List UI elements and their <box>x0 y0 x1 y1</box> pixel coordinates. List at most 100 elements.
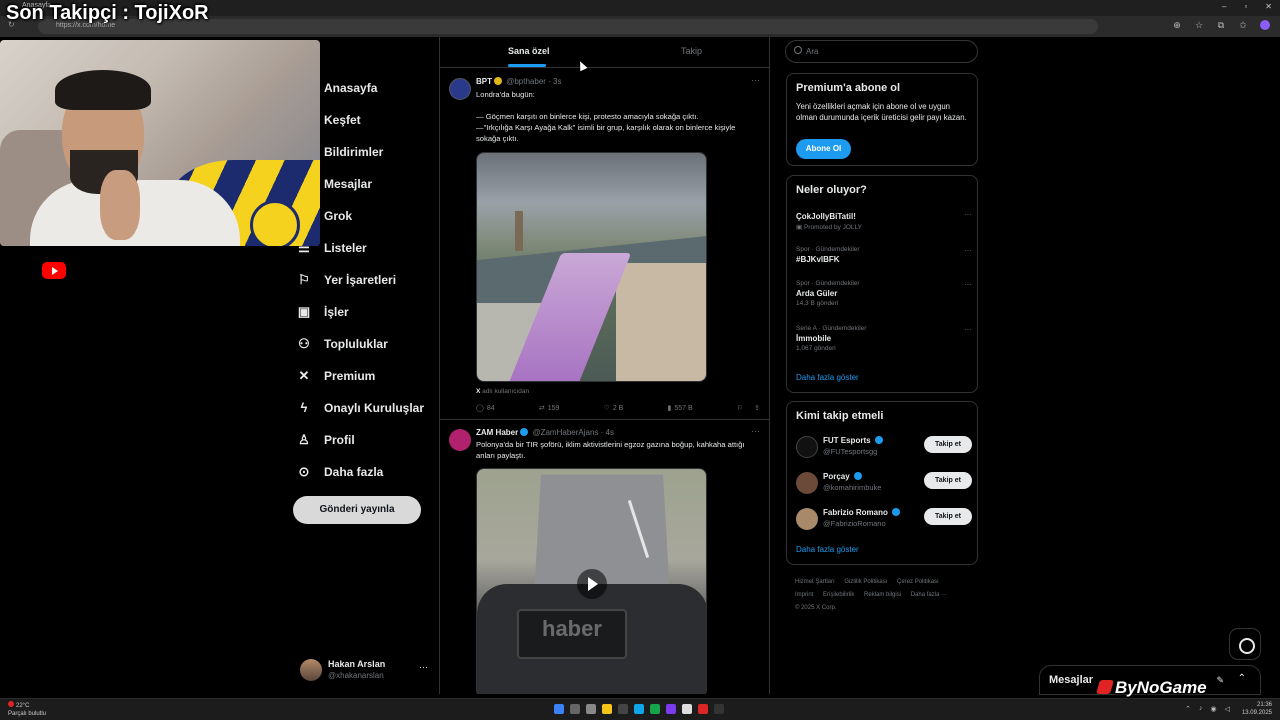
volume-icon[interactable]: ◁ <box>1225 705 1230 713</box>
nav-label: Profil <box>324 433 355 447</box>
tab-following[interactable]: Takip <box>681 46 702 56</box>
like-button[interactable]: ♡ 2 B <box>604 404 624 413</box>
trend-item[interactable]: Spor · Gündemdekiler #BJKvlBFK ··· <box>796 246 972 264</box>
mic-icon[interactable]: ♪ <box>1199 705 1203 713</box>
footer-link[interactable]: Gizlilik Politikası <box>844 579 887 585</box>
follow-button[interactable]: Takip et <box>924 472 972 489</box>
grok-floating-button[interactable] <box>1229 628 1261 660</box>
tweet[interactable]: ZAM Haber @ZamHaberAjans · 4s ··· Polony… <box>440 421 769 694</box>
app-icon[interactable] <box>650 704 660 714</box>
tweet-video[interactable]: haber <box>476 468 707 694</box>
tweet-author-handle[interactable]: @ZamHaberAjans <box>532 428 598 437</box>
compose-message-icon[interactable]: ✎ <box>1216 675 1224 686</box>
tweet-author-name[interactable]: BPT <box>476 77 492 86</box>
nav-item-communities[interactable]: ⚇ Topluluklar <box>296 328 436 360</box>
more-icon[interactable]: ··· <box>964 280 972 289</box>
nav-item-premium[interactable]: ✕ Premium <box>296 360 436 392</box>
avatar[interactable] <box>796 508 818 530</box>
footer-link[interactable]: Erişilebilirlik <box>823 592 854 598</box>
bookmark-button[interactable]: ⚐ ⇪ <box>737 404 760 412</box>
more-icon[interactable]: ··· <box>751 75 760 85</box>
star-icon[interactable]: ☆ <box>1194 20 1204 31</box>
footer-link[interactable]: Reklam bilgisi <box>864 592 901 598</box>
tweet-time[interactable]: · 4s <box>601 428 614 437</box>
maximize-icon[interactable]: ▫ <box>1244 2 1247 11</box>
favorites-icon[interactable]: ✩ <box>1238 20 1248 31</box>
follow-button[interactable]: Takip et <box>924 436 972 453</box>
file-explorer-icon[interactable] <box>602 704 612 714</box>
app-icon[interactable] <box>618 704 628 714</box>
more-icon[interactable]: ··· <box>964 246 972 255</box>
show-more-link[interactable]: Daha fazla göster <box>796 373 859 382</box>
subscribe-button[interactable]: Abone Ol <box>796 139 851 159</box>
tab-for-you[interactable]: Sana özel <box>508 46 550 56</box>
more-icon[interactable]: ··· <box>419 662 428 672</box>
edge-icon[interactable] <box>634 704 644 714</box>
avatar[interactable] <box>449 78 471 100</box>
more-icon[interactable]: ··· <box>964 210 972 219</box>
avatar[interactable] <box>796 436 818 458</box>
footer-link[interactable]: Daha fazla ··· <box>911 592 947 598</box>
chevron-up-icon[interactable]: ⌃ <box>1238 673 1246 684</box>
nav-item-bookmarks[interactable]: ⚐ Yer İşaretleri <box>296 264 436 296</box>
messages-drawer-label: Mesajlar <box>1049 674 1094 686</box>
app-icon[interactable] <box>682 704 692 714</box>
show-more-link[interactable]: Daha fazla göster <box>796 545 859 554</box>
trend-item[interactable]: Spor · Gündemdekiler Arda Güler 14,3 B g… <box>796 280 972 307</box>
minimize-icon[interactable]: – <box>1222 2 1226 11</box>
post-button[interactable]: Gönderi yayınla <box>293 496 421 524</box>
zoom-icon[interactable]: ⊕ <box>1172 20 1182 31</box>
nav-item-profile[interactable]: ♙ Profil <box>296 424 436 456</box>
tweet-time[interactable]: · 3s <box>548 77 561 86</box>
taskbar-clock[interactable]: 21:36 13.09.2025 <box>1242 701 1272 717</box>
profile-avatar-icon[interactable] <box>1260 20 1270 30</box>
account-name: Hakan Arslan <box>328 659 386 669</box>
suggestion-name-text: Porçay <box>823 472 850 481</box>
trend-item[interactable]: ÇokJollyBiTatil! ▣ Promoted by JOLLY ··· <box>796 210 972 231</box>
nav-item-more[interactable]: ⊙ Daha fazla <box>296 456 436 488</box>
search-input[interactable]: Ara <box>785 40 978 63</box>
close-icon[interactable]: ✕ <box>1265 2 1272 11</box>
tweet[interactable]: BPT @bpthaber · 3s ··· Londra'da bugün: … <box>440 70 769 420</box>
windows-start-icon[interactable] <box>554 704 564 714</box>
weather-text: Parçalı bulutlu <box>8 711 47 717</box>
more-icon[interactable]: ··· <box>964 325 972 334</box>
tweet-author-handle[interactable]: @bpthaber <box>506 77 546 86</box>
trend-item[interactable]: Serie A · Gündemdekiler İmmobile 1.067 g… <box>796 325 972 352</box>
footer-link[interactable]: Hizmet Şartları <box>795 579 835 585</box>
app-icon[interactable] <box>698 704 708 714</box>
avatar[interactable] <box>449 429 471 451</box>
follow-suggestion[interactable]: Fabrizio Romano @FabrizioRomano Takip et <box>796 505 972 533</box>
more-icon[interactable]: ··· <box>751 426 760 436</box>
nav-item-verified-orgs[interactable]: ϟ Onaylı Kuruluşlar <box>296 392 436 424</box>
suggestion-name-text: FUT Esports <box>823 436 871 445</box>
tweet-text: — Göçmen karşıtı on binlerce kişi, prote… <box>476 112 699 121</box>
follow-suggestion[interactable]: FUT Esports @FUTesportsgg Takip et <box>796 433 972 461</box>
app-icon[interactable] <box>714 704 724 714</box>
share-icon[interactable]: ⇪ <box>754 404 760 412</box>
nav-label: Premium <box>324 369 376 383</box>
weather-widget[interactable]: 22°C Parçalı bulutlu <box>8 701 46 718</box>
footer-link[interactable]: Imprint <box>795 592 813 598</box>
search-icon[interactable] <box>570 704 580 714</box>
tweet-photo[interactable] <box>476 152 707 382</box>
nav-item-jobs[interactable]: ▣ İşler <box>296 296 436 328</box>
views-button[interactable]: ▮ 557 B <box>668 404 693 413</box>
reply-button[interactable]: ◯ 84 <box>476 404 495 413</box>
follow-suggestion[interactable]: Porçay @komahirimbuke Takip et <box>796 469 972 497</box>
network-icon[interactable]: ◉ <box>1211 705 1217 713</box>
avatar[interactable] <box>796 472 818 494</box>
media-attribution[interactable]: X adlı kullanıcıdan <box>476 388 529 395</box>
task-view-icon[interactable] <box>586 704 596 714</box>
tweet-author-name[interactable]: ZAM Haber <box>476 428 518 437</box>
chevron-up-icon[interactable]: ⌃ <box>1185 705 1191 713</box>
repost-button[interactable]: ⇄ 159 <box>539 404 560 413</box>
follow-button[interactable]: Takip et <box>924 508 972 525</box>
footer-link[interactable]: Çerez Politikası <box>897 579 939 585</box>
play-icon[interactable] <box>577 569 607 599</box>
view-count: 557 B <box>674 404 693 412</box>
app-icon[interactable] <box>666 704 676 714</box>
account-switcher[interactable]: Hakan Arslan @xhakanarslan ··· <box>298 656 432 684</box>
trend-count: Promoted by JOLLY <box>803 224 863 231</box>
extensions-icon[interactable]: ⧉ <box>1216 20 1226 31</box>
